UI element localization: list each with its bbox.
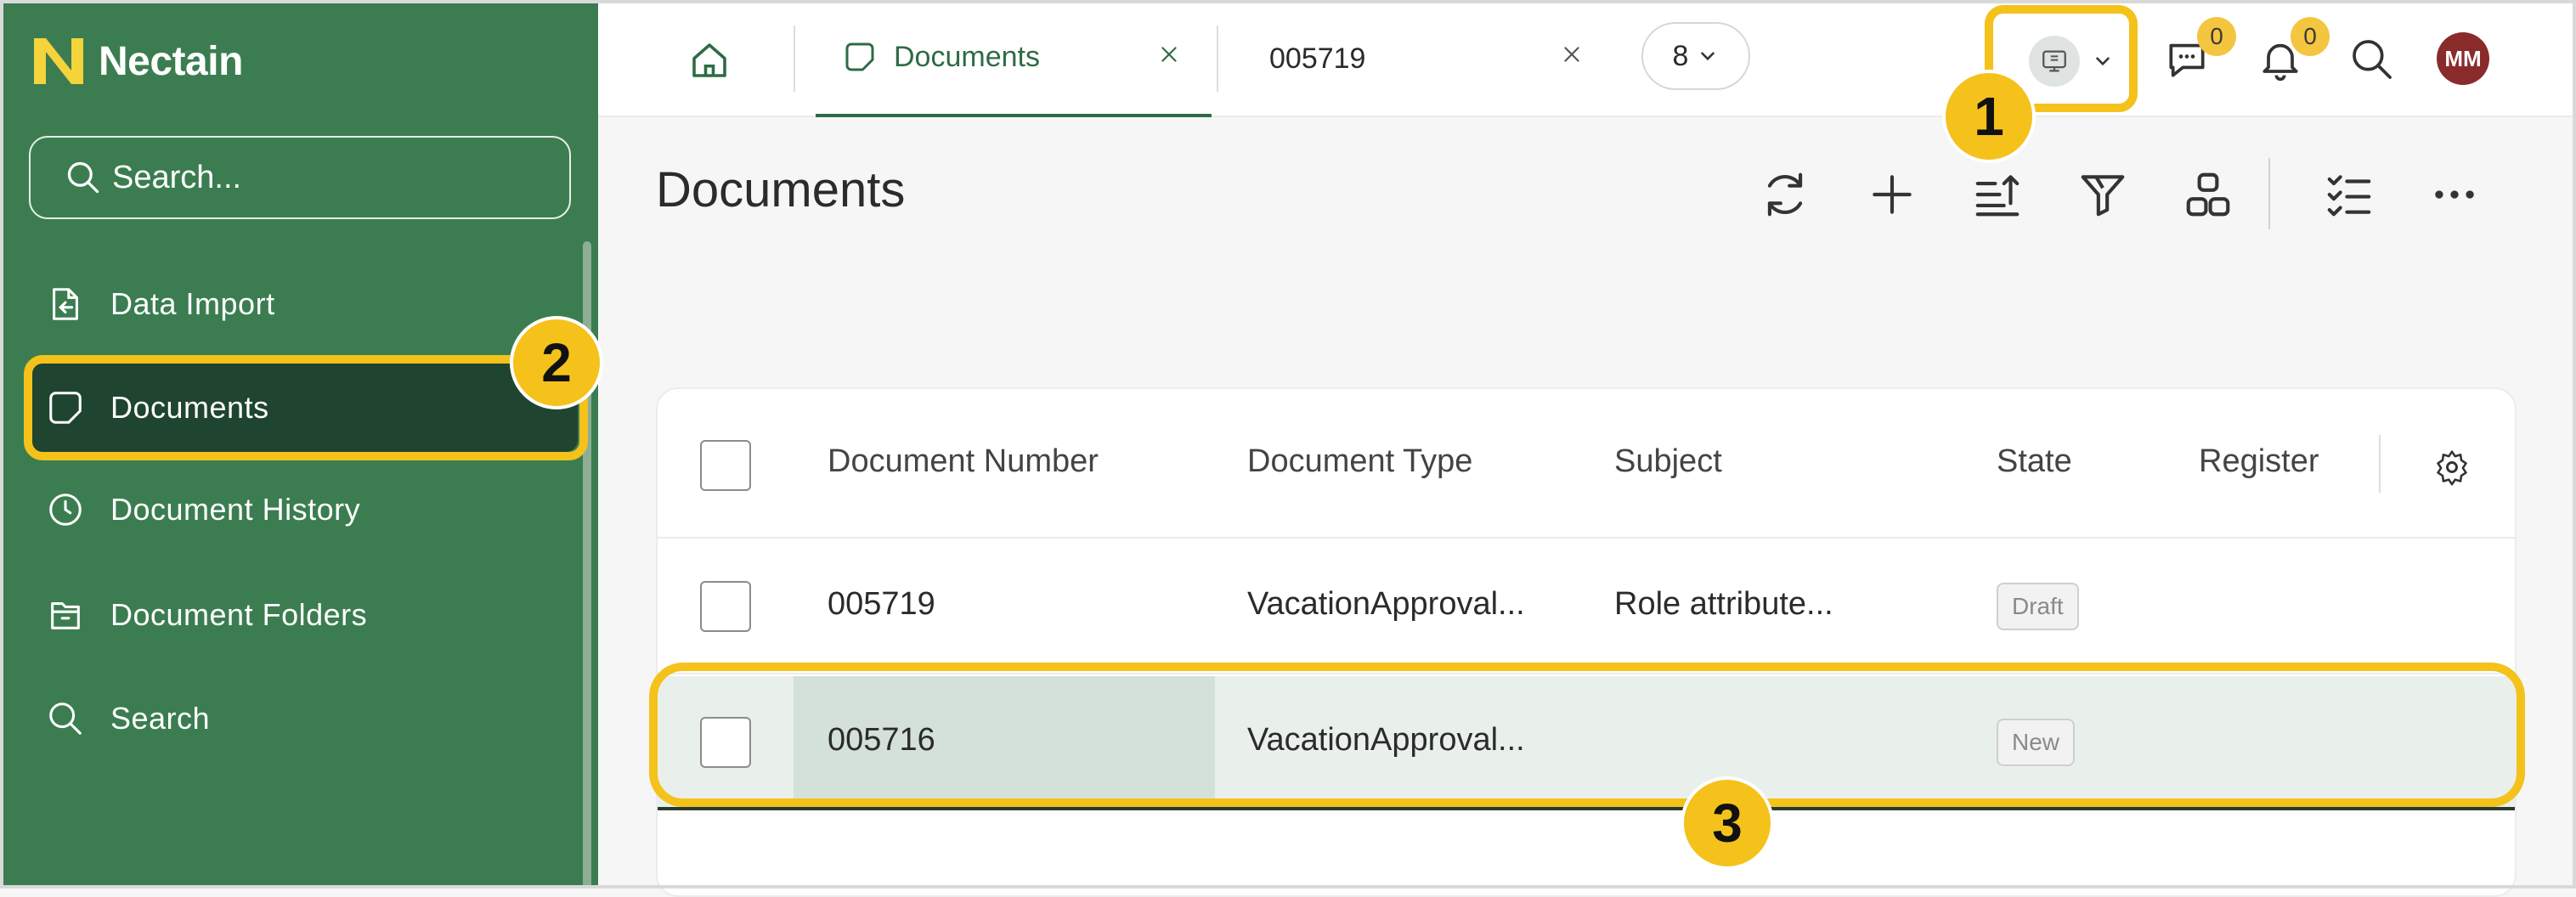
- column-header-subject[interactable]: Subject: [1614, 443, 1722, 480]
- global-search-icon[interactable]: [2348, 36, 2396, 83]
- tab-label: 005719: [1269, 42, 1366, 75]
- refresh-icon[interactable]: [1759, 168, 1811, 221]
- top-bar: Documents 005719 8 0 0 MM: [598, 0, 2576, 117]
- clock-icon: [49, 494, 82, 526]
- close-icon: [1161, 47, 1177, 62]
- folder-icon: [51, 602, 80, 629]
- sidebar-item-label: Search: [110, 701, 211, 736]
- tab-label: Documents: [894, 40, 1040, 73]
- cell-document-number: 005719: [828, 586, 935, 622]
- status-badge: Draft: [1997, 583, 2079, 630]
- more-tabs-count: 8: [1672, 39, 1689, 72]
- close-icon: [1564, 47, 1579, 62]
- highlight-box-3: [649, 663, 2525, 807]
- page-title: Documents: [656, 162, 906, 217]
- row-separator: [658, 807, 2515, 810]
- chevron-down-icon: [1701, 52, 1715, 61]
- column-header-document-type[interactable]: Document Type: [1247, 443, 1472, 480]
- sidebar-search-input[interactable]: Search...: [29, 136, 571, 219]
- search-icon: [49, 702, 82, 735]
- more-tabs-dropdown[interactable]: 8: [1641, 22, 1750, 90]
- tab-005719[interactable]: 005719: [1269, 0, 1550, 117]
- sidebar-item-data-import[interactable]: Data Import: [29, 260, 578, 348]
- gear-icon[interactable]: [2433, 448, 2471, 486]
- annotation-marker-3: 3: [1681, 776, 1774, 870]
- home-icon[interactable]: [686, 37, 732, 83]
- sort-icon[interactable]: [1971, 168, 2024, 221]
- sidebar-item-label: Document Folders: [110, 597, 368, 632]
- column-header-document-number[interactable]: Document Number: [828, 443, 1099, 480]
- sidebar-item-label: Data Import: [110, 286, 275, 321]
- tab-divider: [1217, 25, 1218, 92]
- search-placeholder: Search...: [112, 159, 242, 195]
- group-by-icon[interactable]: [2182, 168, 2234, 221]
- notifications-button[interactable]: 0: [2257, 17, 2330, 83]
- file-import-icon: [53, 288, 78, 320]
- tab-close-button[interactable]: [1555, 37, 1589, 71]
- select-all-checkbox[interactable]: [700, 440, 751, 491]
- cell-subject: Role attribute...: [1614, 586, 1833, 622]
- annotation-marker-1: 1: [1942, 70, 2036, 163]
- tab-close-button[interactable]: [1152, 37, 1186, 71]
- sidebar-item-document-history[interactable]: Document History: [29, 465, 578, 554]
- notifications-badge: 0: [2291, 17, 2330, 56]
- filter-icon[interactable]: [2076, 168, 2129, 221]
- documents-table: Document Number Document Type Subject St…: [656, 387, 2517, 897]
- search-icon: [67, 161, 99, 194]
- app-logo[interactable]: Nectain: [34, 34, 243, 88]
- app-name: Nectain: [99, 38, 243, 84]
- messages-button[interactable]: 0: [2163, 17, 2236, 83]
- more-options-icon[interactable]: [2428, 168, 2481, 221]
- table-header-row: Document Number Document Type Subject St…: [658, 389, 2515, 539]
- sidebar-item-search[interactable]: Search: [29, 674, 578, 763]
- toolbar-divider: [2268, 158, 2270, 229]
- add-icon[interactable]: [1866, 168, 1918, 221]
- sidebar-item-document-folders[interactable]: Document Folders: [29, 571, 578, 659]
- document-icon: [845, 42, 874, 71]
- table-row[interactable]: 005719 VacationApproval... Role attribut…: [658, 539, 2515, 674]
- sidebar-item-label: Document History: [110, 492, 361, 527]
- cell-document-type: VacationApproval...: [1247, 586, 1525, 622]
- messages-badge: 0: [2197, 17, 2236, 56]
- highlight-box-2: [24, 355, 588, 460]
- row-checkbox[interactable]: [700, 581, 751, 632]
- tab-divider: [794, 25, 795, 92]
- nectain-logo-icon: [34, 38, 83, 84]
- column-header-register[interactable]: Register: [2199, 443, 2319, 480]
- user-avatar[interactable]: MM: [2437, 32, 2489, 85]
- header-divider: [2379, 435, 2381, 493]
- checklist-icon[interactable]: [2323, 168, 2375, 221]
- annotation-marker-2: 2: [510, 316, 603, 409]
- column-header-state[interactable]: State: [1997, 443, 2072, 480]
